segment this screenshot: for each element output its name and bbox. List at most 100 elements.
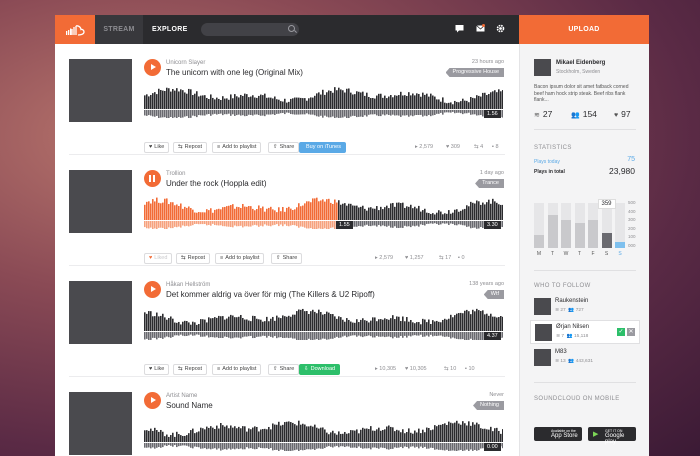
genre-tag[interactable]: Trance: [475, 179, 504, 188]
waveform[interactable]: [144, 86, 503, 118]
waveform-bar: [350, 321, 352, 331]
track-artwork[interactable]: [69, 281, 132, 344]
search-input[interactable]: [201, 23, 299, 36]
followers-count[interactable]: 👥 154: [571, 109, 597, 119]
likes-count[interactable]: ♥ 97: [614, 109, 631, 119]
track-title[interactable]: Under the rock (Hoppla edit): [166, 179, 267, 188]
track-title[interactable]: Sound Name: [166, 401, 213, 410]
liked-button[interactable]: ♥ Liked: [144, 253, 173, 264]
waveform-reflection: [264, 110, 266, 117]
waveform-bar: [374, 430, 376, 442]
settings-gear-icon[interactable]: [495, 24, 505, 34]
comment-marker[interactable]: [360, 338, 365, 343]
track-artist[interactable]: Trollion: [166, 171, 185, 177]
repost-button[interactable]: ⇆ Repost: [176, 253, 211, 264]
genre-tag[interactable]: Progressive House: [445, 68, 504, 77]
share-button[interactable]: ⇧ Share: [271, 253, 303, 264]
chart-bar-f4[interactable]: [588, 220, 598, 248]
waveform-bar: [340, 89, 342, 109]
add-to-playlist-button[interactable]: ≡ Add to playlist: [212, 364, 262, 375]
tracks-count[interactable]: ≋ 27: [534, 109, 552, 119]
waveform-reflection: [164, 110, 166, 118]
track-artist[interactable]: Artist Name: [166, 393, 197, 399]
track-title[interactable]: Det kommer aldrig va över för mig (The K…: [166, 290, 375, 299]
like-button[interactable]: ♥ Like: [144, 142, 170, 153]
genre-tag[interactable]: Wtf: [483, 290, 504, 299]
play-button[interactable]: [144, 281, 161, 298]
waveform-reflection: [462, 443, 464, 451]
google-play-badge[interactable]: ▶ GET IT ON Google play: [588, 427, 636, 445]
follow-check-icon[interactable]: ✓: [617, 328, 625, 336]
waveform[interactable]: [144, 308, 503, 340]
follow-name[interactable]: Raukenstein: [555, 298, 588, 304]
follow-suggestion[interactable]: M83 ≋ 13 👥 443,631: [530, 346, 640, 370]
soundcloud-logo[interactable]: [55, 15, 95, 44]
genre-tag[interactable]: Nothing: [473, 401, 504, 410]
profile-name[interactable]: Mikael Eidenberg: [556, 60, 605, 66]
waveform-bar: [326, 311, 328, 331]
waveform-reflection: [410, 110, 412, 116]
waveform[interactable]: [144, 419, 503, 451]
waveform-bar: [356, 91, 358, 109]
comment-marker[interactable]: [254, 115, 259, 120]
track-artwork[interactable]: [69, 392, 132, 455]
follow-suggestion[interactable]: Raukenstein ≋ 27 👥 727: [530, 295, 640, 319]
buy-on-itunes-button[interactable]: Buy on iTunes: [299, 142, 346, 153]
repost-button[interactable]: ⇆ Repost: [173, 364, 208, 375]
waveform[interactable]: [144, 197, 503, 229]
waveform-bar: [296, 425, 298, 442]
follow-name[interactable]: Ørjan Nilsen: [556, 324, 589, 330]
app-store-badge[interactable]: Available on the App Store: [534, 427, 582, 441]
waveform-reflection: [240, 110, 242, 116]
track-artist[interactable]: Unicorn Slayer: [166, 60, 205, 66]
track-artist[interactable]: Håkan Hellström: [166, 282, 210, 288]
play-button[interactable]: [144, 392, 161, 409]
waveform-bar: [456, 313, 458, 331]
chart-bar-t1[interactable]: [547, 214, 558, 248]
waveform-reflection: [468, 332, 470, 340]
avatar[interactable]: [535, 324, 552, 341]
add-to-playlist-button[interactable]: ≡ Add to playlist: [212, 142, 262, 153]
avatar[interactable]: [534, 59, 551, 76]
play-button[interactable]: [144, 59, 161, 76]
tab-explore[interactable]: EXPLORE: [152, 15, 188, 44]
comment-marker[interactable]: [431, 338, 436, 343]
track-artwork[interactable]: [69, 170, 132, 233]
chart-bar-m0[interactable]: [534, 235, 544, 248]
search-icon[interactable]: [288, 25, 295, 32]
follow-suggestion[interactable]: Ørjan Nilsen ≋ 7 👥 15,118 ✓ ✕: [530, 320, 640, 344]
waveform-reflection: [204, 110, 206, 116]
waveform-reflection: [392, 110, 394, 115]
tab-stream[interactable]: STREAM: [95, 15, 143, 44]
add-to-playlist-button[interactable]: ≡ Add to playlist: [215, 253, 265, 264]
chart-bar-s5[interactable]: [601, 232, 612, 248]
waveform-bar: [274, 96, 276, 109]
like-button[interactable]: ♥ Like: [144, 364, 170, 375]
share-button[interactable]: ⇧ Share: [268, 142, 300, 153]
chart-bar-w2[interactable]: [561, 220, 571, 248]
waveform-bar: [216, 209, 218, 220]
avatar[interactable]: [534, 298, 551, 315]
messages-icon[interactable]: [454, 24, 464, 34]
track-artwork[interactable]: [69, 59, 132, 122]
notifications-icon[interactable]: [475, 24, 485, 34]
repost-button[interactable]: ⇆ Repost: [173, 142, 208, 153]
share-button[interactable]: ⇧ Share: [268, 364, 300, 375]
waveform-bar: [170, 435, 172, 442]
track-title[interactable]: The unicorn with one leg (Original Mix): [166, 68, 303, 77]
dismiss-close-icon[interactable]: ✕: [627, 328, 635, 336]
waveform-bar: [422, 318, 424, 331]
avatar[interactable]: [534, 349, 551, 366]
comment-marker[interactable]: [279, 338, 284, 343]
pause-button[interactable]: [144, 170, 161, 187]
waveform-bar: [454, 422, 456, 442]
waveform-bar: [228, 205, 230, 220]
comment-marker[interactable]: [415, 115, 420, 120]
download-button[interactable]: ⇩ Download: [299, 364, 341, 375]
chart-bar-t3[interactable]: [574, 222, 585, 248]
comment-marker[interactable]: [209, 338, 214, 343]
waveform-bar: [280, 425, 282, 442]
follow-name[interactable]: M83: [555, 349, 567, 355]
upload-button[interactable]: UPLOAD: [519, 15, 649, 44]
chart-bar-s6[interactable]: [615, 241, 625, 248]
